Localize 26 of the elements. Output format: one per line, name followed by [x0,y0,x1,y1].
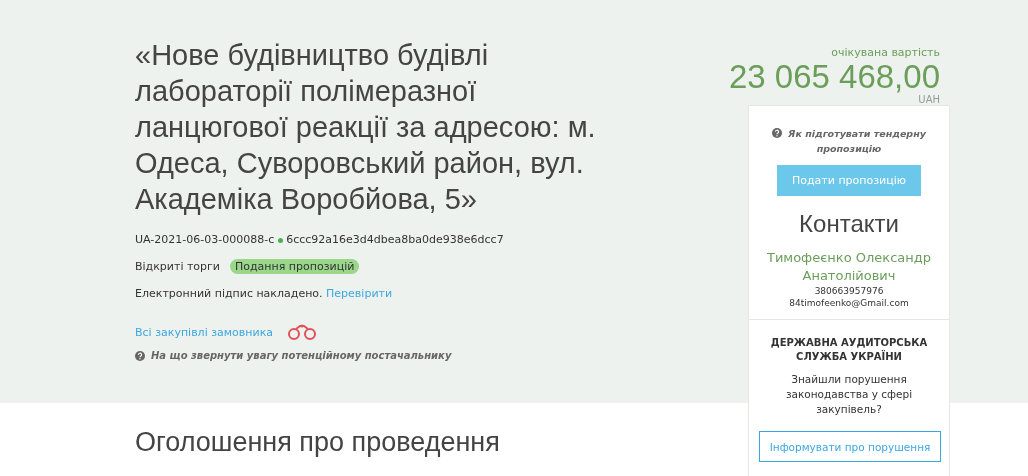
tender-hash: 6ccc92a16e3d4dbea8ba0de938e6dcc7 [286,233,504,246]
procedure-type: Відкриті торги [135,260,220,273]
contact-name: Тимофеєнко Олександр Анатолійович [765,249,933,285]
status-badge: Подання пропозицій [230,259,360,274]
report-button[interactable]: Інформувати про порушення [759,431,941,462]
price-label: очікувана вартість [830,46,940,59]
help-icon [772,128,783,138]
tender-id: UA-2021-06-03-000088-c [135,233,275,246]
hint-text: Як підготувати тендерну пропозицію [788,128,926,154]
contacts-title: Контакти [798,210,900,238]
verify-link[interactable]: Перевірити [326,287,393,300]
price-amount: 23 065 468,00 [727,59,940,95]
help-icon [135,350,145,361]
contact-phone: 380663957976 [813,285,885,297]
section-title: Оголошення про проведення [135,427,501,458]
submit-button[interactable]: Подати пропозицію [777,165,921,196]
binoculars-icon [287,324,318,340]
signature-text: Електронний підпис накладено. Перевірити [135,287,393,300]
hint-text: На що звернути увагу потенційному постачальнику [151,350,452,361]
audit-question: Знайшли порушення законодавства у сфері закупівель? [784,372,914,417]
audit-title: ДЕРЖАВНА АУДИТОРСЬКА СЛУЖБА УКРАЇНИ [769,336,929,364]
dot-icon [277,237,283,243]
currency: UAH [917,95,940,105]
contact-email: 84timofeenko@Gmail.com [788,297,910,309]
tender-title: «Нове будівництво будівлі лабораторії полімеразної ланцюгової реакції за адресою: м. Одеса, Суворовський район, вул. Академіка Воробйова, 5» [135,38,597,217]
customer-link[interactable]: Всі закупівлі замовника [135,325,274,339]
